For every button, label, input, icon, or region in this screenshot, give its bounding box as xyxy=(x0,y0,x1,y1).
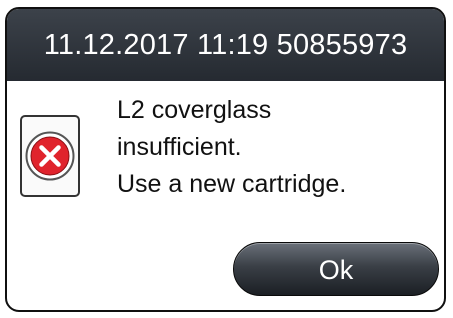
message-line-1: L2 coverglass xyxy=(117,96,272,124)
ok-button[interactable]: Ok xyxy=(233,242,439,296)
error-icon-frame xyxy=(20,115,80,197)
error-dialog: 11.12.2017 11:19 50855973 L2 coverglass … xyxy=(5,7,446,312)
dialog-header-timestamp: 11.12.2017 11:19 50855973 xyxy=(7,9,444,81)
error-icon xyxy=(25,131,75,181)
message-line-2: insufficient. xyxy=(117,133,242,161)
message-line-3: Use a new cartridge. xyxy=(117,170,347,198)
error-message: L2 coverglass insufficient. Use a new ca… xyxy=(117,92,346,203)
